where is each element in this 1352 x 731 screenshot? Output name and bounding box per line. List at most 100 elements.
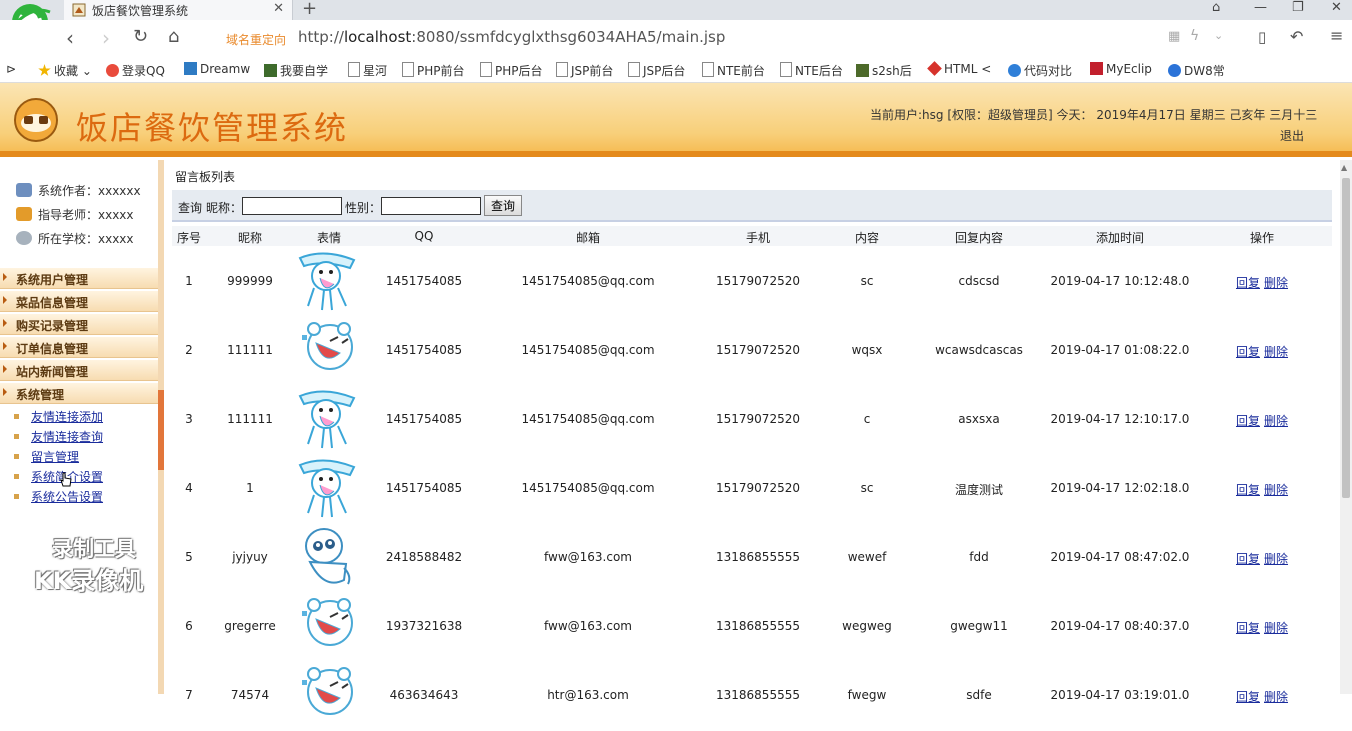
- scrollbar-thumb[interactable]: [1342, 178, 1350, 498]
- cell-actions: 回复 删除: [1202, 619, 1322, 636]
- author-info: 系统作者：xxxxxx: [16, 182, 141, 199]
- delete-link[interactable]: 删除: [1264, 483, 1288, 497]
- bookmark-item[interactable]: NTE前台: [702, 62, 765, 79]
- bullet-icon: [14, 474, 19, 479]
- bookmark-item[interactable]: 代码对比: [1008, 62, 1072, 79]
- myeclipse-icon: [1090, 62, 1103, 75]
- menu-system-management[interactable]: 系统管理: [0, 383, 158, 404]
- restore-icon[interactable]: ❐: [1292, 0, 1304, 15]
- teacher-icon: [16, 207, 32, 221]
- tab-close-icon[interactable]: ✕: [273, 1, 284, 16]
- submenu-link-query[interactable]: 友情连接查询: [14, 428, 103, 445]
- column-header-phone: 手机: [745, 231, 770, 245]
- search-button[interactable]: 查询: [484, 195, 522, 216]
- school-info: 所在学校：xxxxx: [16, 230, 134, 247]
- search-label: 查询: [178, 201, 203, 215]
- forward-icon[interactable]: ›: [102, 26, 110, 50]
- tab-title: 饭店餐饮管理系统: [92, 4, 189, 18]
- delete-link[interactable]: 删除: [1264, 414, 1288, 428]
- cell-time: 2019-04-17 12:02:18.0: [1050, 481, 1190, 495]
- cell-reply: fdd: [969, 550, 989, 564]
- nickname-input[interactable]: [242, 197, 342, 215]
- table-row: 7 74574 463634643 htr@163.com 13186855555 fwe…: [172, 662, 1332, 731]
- bookmark-item[interactable]: JSP前台: [556, 62, 613, 79]
- cell-actions: 回复 删除: [1202, 688, 1322, 705]
- bookmark-toggle-icon[interactable]: ⊳: [6, 62, 16, 76]
- submenu-notice-settings[interactable]: 系统公告设置: [14, 488, 103, 505]
- bookmark-item[interactable]: HTML <: [927, 61, 991, 76]
- minimize-icon[interactable]: —: [1254, 0, 1267, 15]
- skin-icon[interactable]: ⌂: [1212, 0, 1220, 15]
- bookmark-item[interactable]: 登录QQ: [106, 62, 165, 79]
- logout-link[interactable]: 退出: [1280, 127, 1304, 144]
- table-row: 5 jyjyuy 2418588482 fww@163.com 13186855555 w…: [172, 524, 1332, 593]
- bookmark-item[interactable]: s2sh后: [856, 62, 912, 79]
- chevron-down-icon[interactable]: ⌄: [1214, 29, 1223, 42]
- reply-link[interactable]: 回复: [1236, 552, 1260, 566]
- url-field[interactable]: http://localhost:8080/ssmfdcyglxthsg6034…: [298, 28, 725, 46]
- scroll-up-icon[interactable]: ▲: [1341, 163, 1347, 172]
- cell-email: 1451754085@qq.com: [521, 343, 655, 357]
- bookmark-item[interactable]: MyEclip: [1090, 62, 1152, 76]
- cursor-hand-icon: [60, 472, 72, 487]
- kite-doll-avatar-icon: [294, 248, 360, 312]
- bookmark-item[interactable]: DW8常: [1168, 62, 1225, 79]
- back-icon[interactable]: ‹: [66, 26, 74, 50]
- column-header-nick: 昵称: [237, 231, 262, 245]
- cell-actions: 回复 删除: [1202, 274, 1322, 291]
- reply-link[interactable]: 回复: [1236, 690, 1260, 704]
- reply-link[interactable]: 回复: [1236, 621, 1260, 635]
- cell-email: fww@163.com: [544, 619, 632, 633]
- delete-link[interactable]: 删除: [1264, 690, 1288, 704]
- lightning-icon[interactable]: ϟ: [1190, 28, 1199, 44]
- delete-link[interactable]: 删除: [1264, 552, 1288, 566]
- cell-email: 1451754085@qq.com: [521, 412, 655, 426]
- arrow-right-icon: [3, 365, 7, 373]
- close-window-icon[interactable]: ✕: [1331, 0, 1342, 15]
- bookmark-item[interactable]: 星河: [348, 62, 387, 79]
- reply-link[interactable]: 回复: [1236, 414, 1260, 428]
- cell-email: 1451754085@qq.com: [521, 481, 655, 495]
- column-header-reply: 回复内容: [954, 231, 1003, 245]
- sidebar-collapse-handle[interactable]: [158, 390, 164, 470]
- cell-time: 2019-04-17 01:08:22.0: [1050, 343, 1190, 357]
- undo-icon[interactable]: ↶: [1290, 27, 1303, 46]
- home-icon[interactable]: ⌂: [168, 26, 179, 47]
- new-tab-icon[interactable]: +: [302, 0, 317, 19]
- browser-tab[interactable]: 饭店餐饮管理系统 ✕: [64, 0, 293, 20]
- submenu-link-add[interactable]: 友情连接添加: [14, 408, 103, 425]
- bookmark-icon[interactable]: ▯: [1258, 28, 1266, 46]
- menu-dish-management[interactable]: 菜品信息管理: [0, 291, 158, 312]
- bookmark-item[interactable]: PHP后台: [480, 62, 543, 79]
- bookmark-item[interactable]: NTE后台: [780, 62, 843, 79]
- column-header-email: 邮箱: [575, 231, 600, 245]
- bookmark-item[interactable]: Dreamw: [184, 62, 250, 76]
- refresh-icon[interactable]: ↻: [133, 26, 148, 47]
- bookmark-item[interactable]: JSP后台: [628, 62, 685, 79]
- menu-news-management[interactable]: 站内新闻管理: [0, 360, 158, 381]
- delete-link[interactable]: 删除: [1264, 345, 1288, 359]
- arrow-right-icon: [3, 273, 7, 281]
- bookmark-item[interactable]: PHP前台: [402, 62, 465, 79]
- submenu-intro-settings[interactable]: 系统简介设置: [14, 468, 103, 485]
- bookmark-item[interactable]: 收藏 ⌄: [38, 62, 92, 79]
- submenu-message-management[interactable]: 留言管理: [14, 448, 79, 465]
- cell-reply: 温度测试: [954, 483, 1003, 497]
- reply-link[interactable]: 回复: [1236, 483, 1260, 497]
- reply-link[interactable]: 回复: [1236, 345, 1260, 359]
- cell-qq: 1451754085: [385, 412, 463, 426]
- delete-link[interactable]: 删除: [1264, 276, 1288, 290]
- menu-purchase-management[interactable]: 购买记录管理: [0, 314, 158, 335]
- bookmark-item[interactable]: 我要自学: [264, 62, 328, 79]
- menu-icon[interactable]: ≡: [1330, 26, 1343, 45]
- redirect-label: 域名重定向: [226, 33, 287, 47]
- cell-time: 2019-04-17 12:10:17.0: [1050, 412, 1190, 426]
- grid-icon[interactable]: ▦: [1168, 29, 1180, 44]
- gender-input[interactable]: [381, 197, 481, 215]
- cell-time: 2019-04-17 10:12:48.0: [1050, 274, 1190, 288]
- delete-link[interactable]: 删除: [1264, 621, 1288, 635]
- cell-qq: 1451754085: [385, 481, 463, 495]
- cell-qq: 2418588482: [385, 550, 463, 564]
- table-row: 4 1 1451754085 1451754085@qq.com 15179072520…: [172, 455, 1332, 524]
- reply-link[interactable]: 回复: [1236, 276, 1260, 290]
